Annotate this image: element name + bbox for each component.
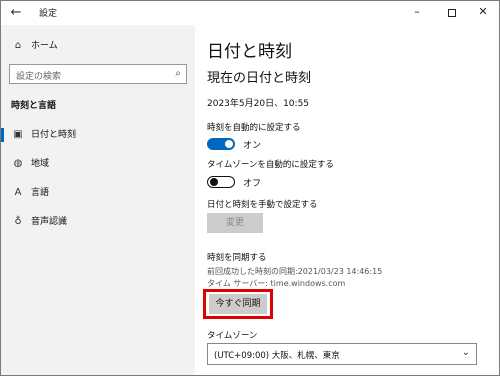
title-bar: ← 設定 – ✕	[1, 1, 499, 25]
chevron-down-icon: ⌄	[461, 347, 470, 358]
sidebar-item-label: ホーム	[31, 41, 58, 51]
timezone-select[interactable]: (UTC+09:00) 大阪、札幌、東京 ⌄	[207, 343, 477, 365]
section-title: 現在の日付と時刻	[207, 71, 312, 86]
last-sync-text: 前回成功した時刻の同期:2021/03/23 14:46:15	[207, 267, 383, 276]
auto-timezone-label: タイムゾーンを自動的に設定する	[207, 160, 334, 170]
sidebar: ⌂ ホーム 設定の検索 ⌕ 時刻と言語 ▣ 日付と時刻 ◍ 地域 A 言語 ♁ …	[1, 25, 195, 375]
window-title: 設定	[39, 9, 58, 19]
active-indicator	[1, 128, 4, 142]
microphone-icon: ♁	[14, 216, 22, 227]
auto-time-toggle[interactable]	[207, 138, 235, 150]
search-input[interactable]: 設定の検索 ⌕	[9, 64, 187, 84]
current-datetime: 2023年5月20日、10:55	[207, 99, 310, 109]
minimize-button[interactable]: –	[399, 1, 435, 25]
manual-set-label: 日付と時刻を手動で設定する	[207, 200, 318, 210]
auto-time-label: 時刻を自動的に設定する	[207, 123, 301, 133]
home-icon: ⌂	[14, 40, 22, 51]
page-title: 日付と時刻	[207, 42, 292, 62]
toggle-knob	[210, 177, 218, 186]
section-heading: 時刻と言語	[11, 101, 57, 111]
sidebar-item-language[interactable]: A 言語	[1, 182, 195, 204]
auto-time-state: オン	[243, 141, 262, 151]
change-button[interactable]: 変更	[207, 213, 263, 233]
sidebar-item-datetime[interactable]: ▣ 日付と時刻	[1, 124, 195, 146]
sync-now-button[interactable]: 今すぐ同期	[209, 294, 267, 314]
timezone-label: タイムゾーン	[207, 331, 258, 341]
main-content: 日付と時刻 現在の日付と時刻 2023年5月20日、10:55 時刻を自動的に設…	[195, 25, 499, 375]
search-icon[interactable]: ⌕	[175, 68, 181, 79]
sidebar-item-region[interactable]: ◍ 地域	[1, 153, 195, 175]
settings-window: ← 設定 – ✕ ⌂ ホーム 設定の検索 ⌕ 時刻と言語 ▣ 日付と時刻 ◍ 地…	[0, 0, 500, 376]
sidebar-item-label: 言語	[31, 188, 50, 198]
auto-timezone-toggle[interactable]	[207, 176, 235, 188]
time-server-text: タイム サーバー: time.windows.com	[207, 279, 346, 288]
back-arrow-icon[interactable]: ←	[5, 3, 27, 23]
language-icon: A	[14, 187, 22, 198]
auto-timezone-state: オフ	[243, 179, 262, 189]
globe-icon: ◍	[13, 158, 23, 169]
sidebar-item-speech[interactable]: ♁ 音声認識	[1, 211, 195, 233]
calendar-icon: ▣	[13, 129, 23, 140]
close-button[interactable]: ✕	[465, 1, 499, 25]
timezone-value: (UTC+09:00) 大阪、札幌、東京	[214, 351, 340, 361]
sidebar-item-label: 地域	[31, 159, 50, 169]
sidebar-item-label: 音声認識	[31, 217, 68, 227]
toggle-knob	[225, 140, 233, 148]
sync-heading: 時刻を同期する	[207, 253, 267, 263]
maximize-icon	[448, 9, 456, 17]
search-placeholder: 設定の検索	[16, 72, 62, 82]
sidebar-item-home[interactable]: ⌂ ホーム	[1, 35, 195, 57]
sidebar-item-label: 日付と時刻	[31, 130, 77, 140]
